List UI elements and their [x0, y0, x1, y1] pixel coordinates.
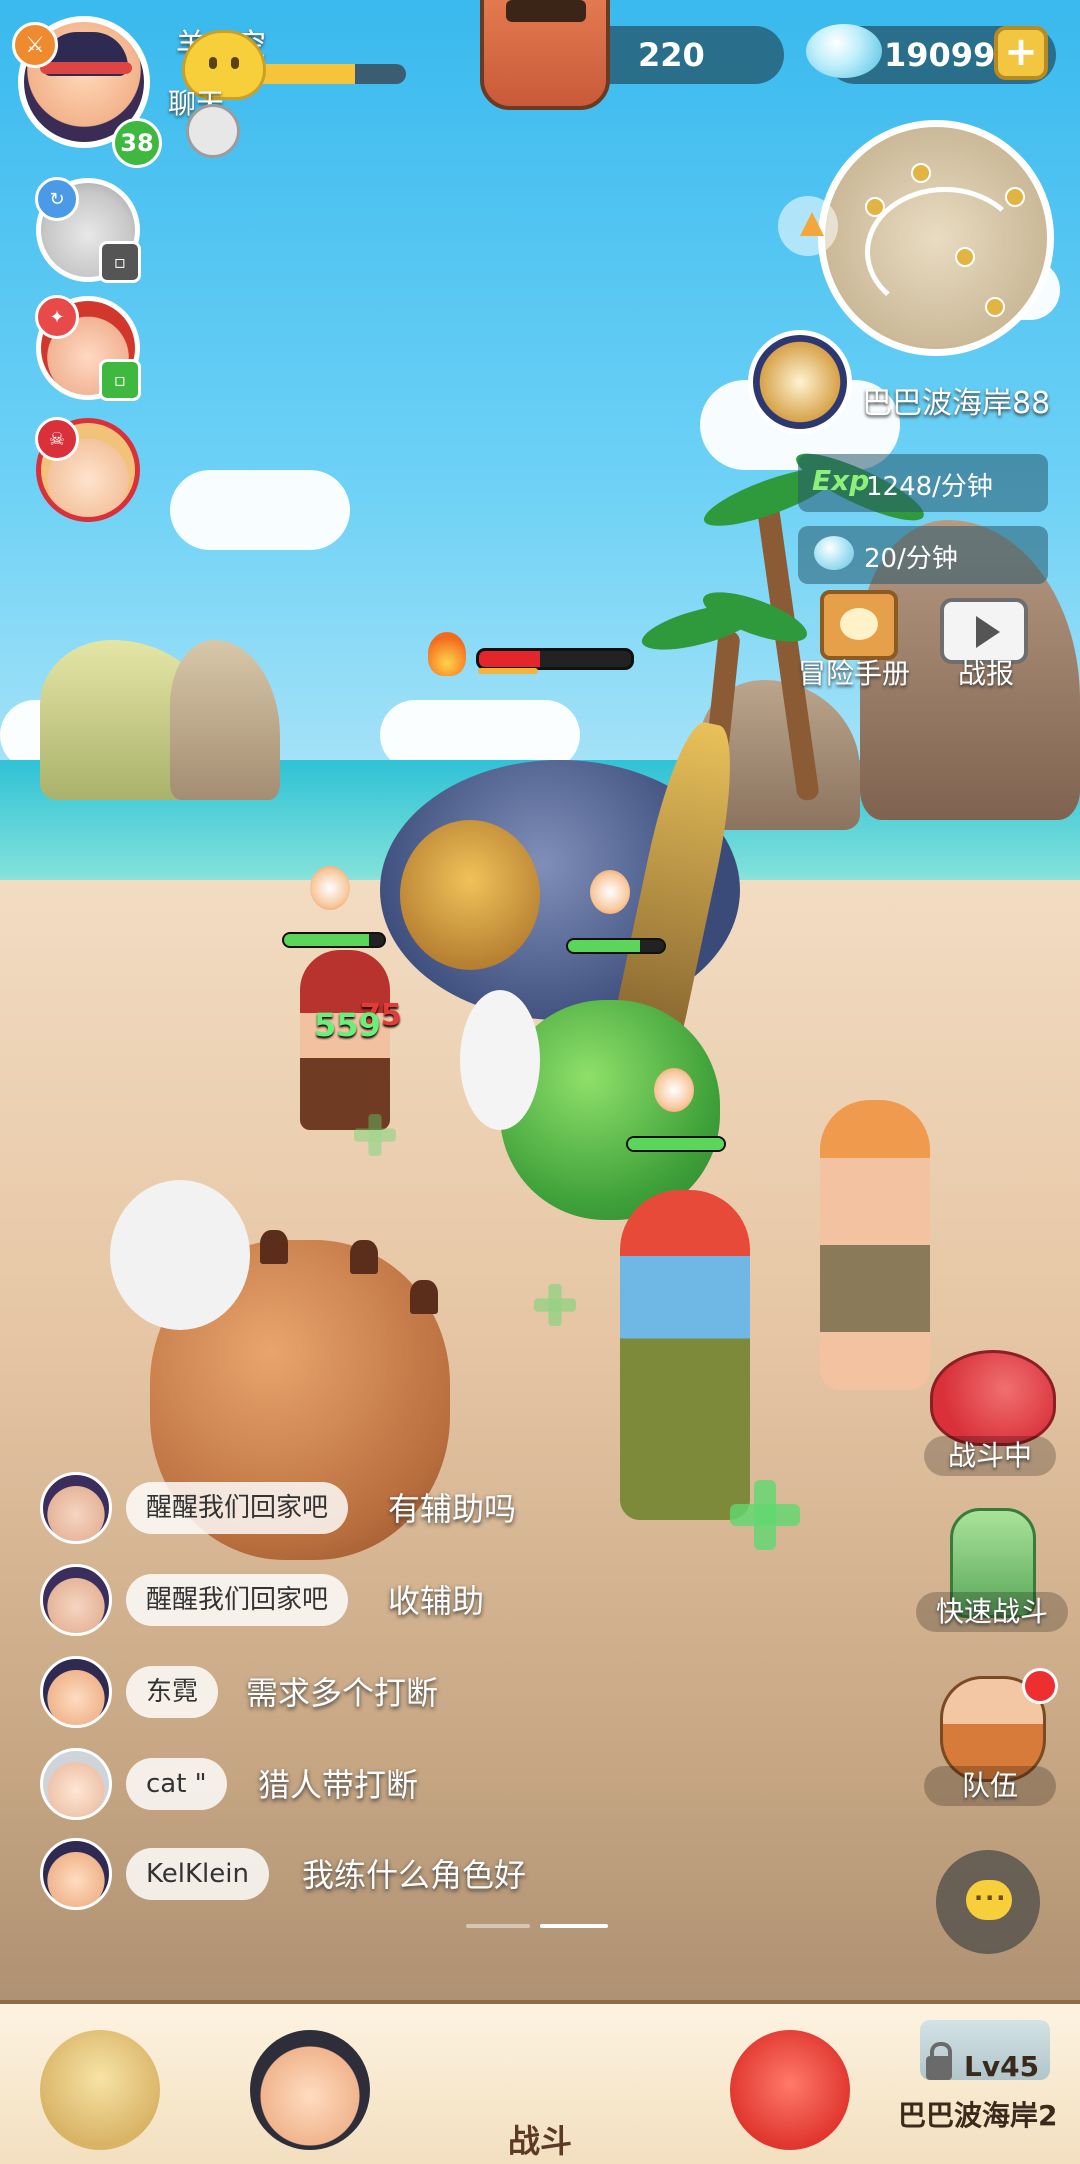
chat-avatar[interactable] — [40, 1656, 112, 1728]
gem-icon-small — [814, 536, 854, 570]
chat-avatar[interactable] — [40, 1472, 112, 1544]
chat-text: 需求多个打断 — [246, 1674, 439, 1712]
boulder-spike — [350, 1240, 378, 1274]
nav-heroes[interactable] — [210, 2000, 410, 2160]
adventure-handbook-icon[interactable] — [820, 590, 898, 660]
party-member-1[interactable]: ↻ ▫ — [35, 177, 141, 283]
player-exp-bar — [246, 64, 406, 84]
nav-pets[interactable] — [0, 2000, 200, 2160]
attack-role-icon: ✦ — [35, 295, 79, 339]
heal-cross-icon — [354, 1114, 396, 1156]
boss-energy-bar — [478, 668, 538, 674]
in-battle-button[interactable] — [930, 1340, 1056, 1450]
chat-text: 我练什么角色好 — [302, 1856, 527, 1894]
chat-text: 猎人带打断 — [258, 1766, 419, 1804]
team-notification-dot — [1022, 1668, 1058, 1704]
exp-icon: Exp — [812, 464, 870, 497]
exp-rate: 1248/分钟 — [866, 472, 993, 502]
fire-buff-icon — [654, 1068, 694, 1112]
archer-hp-bar — [282, 932, 386, 948]
minimap-path — [865, 187, 1025, 317]
minimap-node — [865, 197, 885, 217]
bush-hp-bar — [566, 938, 666, 954]
red-monster-icon — [930, 1350, 1056, 1446]
chat-message: cat " 猎人带打断 — [30, 1744, 670, 1824]
chat-nickname[interactable]: 醒醒我们回家吧 — [126, 1574, 349, 1626]
avatar-headband — [40, 62, 132, 74]
chat-page-indicator — [466, 1924, 530, 1928]
chat-message: 东霓 需求多个打断 — [30, 1652, 670, 1732]
straw-hat-pet-icon — [40, 2030, 160, 2150]
chat-nickname[interactable]: KelKlein — [126, 1848, 269, 1900]
exp-rate-pill: Exp 1248/分钟 — [798, 454, 1048, 512]
gem-icon — [806, 24, 882, 78]
player-level-badge: 38 — [112, 118, 162, 168]
chat-avatar[interactable] — [40, 1564, 112, 1636]
gem-rate-pill: 20/分钟 — [798, 526, 1048, 584]
party-member-2[interactable]: ✦ ▫ — [35, 295, 141, 401]
sword-icon: ⚔ — [12, 22, 58, 68]
damage-number-green: 559 — [314, 1006, 381, 1044]
zone-name: 巴巴波海岸88 — [862, 386, 1051, 421]
chat-feed[interactable]: 醒醒我们回家吧 有辅助吗 醒醒我们回家吧 收辅助 东霓 需求多个打断 cat "… — [30, 1430, 670, 1912]
settings-gear-icon[interactable] — [186, 104, 240, 158]
chat-avatar[interactable] — [40, 1748, 112, 1820]
tiki-totem-icon — [480, 0, 610, 110]
player-hp-bar — [626, 1136, 726, 1152]
in-battle-label[interactable]: 战斗中 — [924, 1436, 1056, 1476]
chat-open-button[interactable] — [936, 1850, 1040, 1954]
zone-boss-avatar[interactable] — [748, 330, 852, 434]
team-label[interactable]: 队伍 — [924, 1766, 1056, 1806]
chat-avatar[interactable] — [40, 1838, 112, 1910]
skull-icon: ☠ — [35, 417, 79, 461]
online-icon: ▫ — [99, 359, 141, 401]
adventure-handbook-label[interactable]: 冒险手册 — [798, 652, 910, 692]
caveman-character — [820, 1100, 930, 1390]
minimap-node — [985, 297, 1005, 317]
minimap-node — [1005, 187, 1025, 207]
battle-report-label[interactable]: 战报 — [958, 652, 1014, 692]
chat-message: KelKlein 我练什么角色好 — [30, 1834, 670, 1912]
chat-message: 醒醒我们回家吧 有辅助吗 — [30, 1468, 670, 1548]
gem-rate: 20/分钟 — [864, 544, 958, 574]
cloud — [170, 470, 350, 550]
chat-bubble-icon — [966, 1878, 1012, 1920]
party-member-3[interactable]: ☠ — [35, 417, 140, 522]
chat-text: 有辅助吗 — [388, 1490, 517, 1528]
add-gems-button[interactable]: + — [994, 26, 1048, 80]
nav-dino[interactable] — [690, 2000, 890, 2160]
boss-head — [400, 820, 540, 970]
minimap-node — [955, 247, 975, 267]
minimap-node — [911, 163, 931, 183]
fire-buff-icon — [590, 870, 630, 914]
boulder-spike — [410, 1280, 438, 1314]
fire-buff-icon — [310, 866, 350, 910]
lock-icon — [926, 2042, 952, 2080]
chat-message: 醒醒我们回家吧 收辅助 — [30, 1560, 670, 1640]
chat-nickname[interactable]: 醒醒我们回家吧 — [126, 1482, 349, 1534]
heal-cross-icon — [730, 1480, 800, 1550]
heal-cross-icon — [534, 1284, 576, 1326]
minimap[interactable] — [818, 120, 1054, 356]
hero-portrait-icon — [250, 2030, 370, 2150]
white-fox-pet — [460, 990, 540, 1130]
locked-zone-level: Lv45 — [964, 2050, 1040, 2083]
swirl-icon: ↻ — [35, 177, 79, 221]
boss-hp-bar — [476, 648, 634, 670]
chat-text: 收辅助 — [388, 1582, 485, 1620]
locked-zone-name: 巴巴波海岸2 — [898, 2099, 1058, 2132]
boulder-spike — [260, 1230, 288, 1264]
map-location-arrow-icon — [778, 196, 838, 256]
nav-battle-label[interactable]: 战斗 — [508, 2116, 572, 2162]
chat-page-indicator-active — [540, 1924, 608, 1928]
boss-fire-icon — [428, 632, 466, 676]
chat-nickname[interactable]: cat " — [126, 1758, 227, 1810]
red-dino-icon — [730, 2030, 850, 2150]
zebra-pet — [110, 1180, 250, 1330]
quick-battle-label[interactable]: 快速战斗 — [916, 1592, 1068, 1632]
nav-battle[interactable] — [440, 0, 650, 160]
offline-icon: ▫ — [99, 241, 141, 283]
chat-nickname[interactable]: 东霓 — [126, 1666, 219, 1718]
